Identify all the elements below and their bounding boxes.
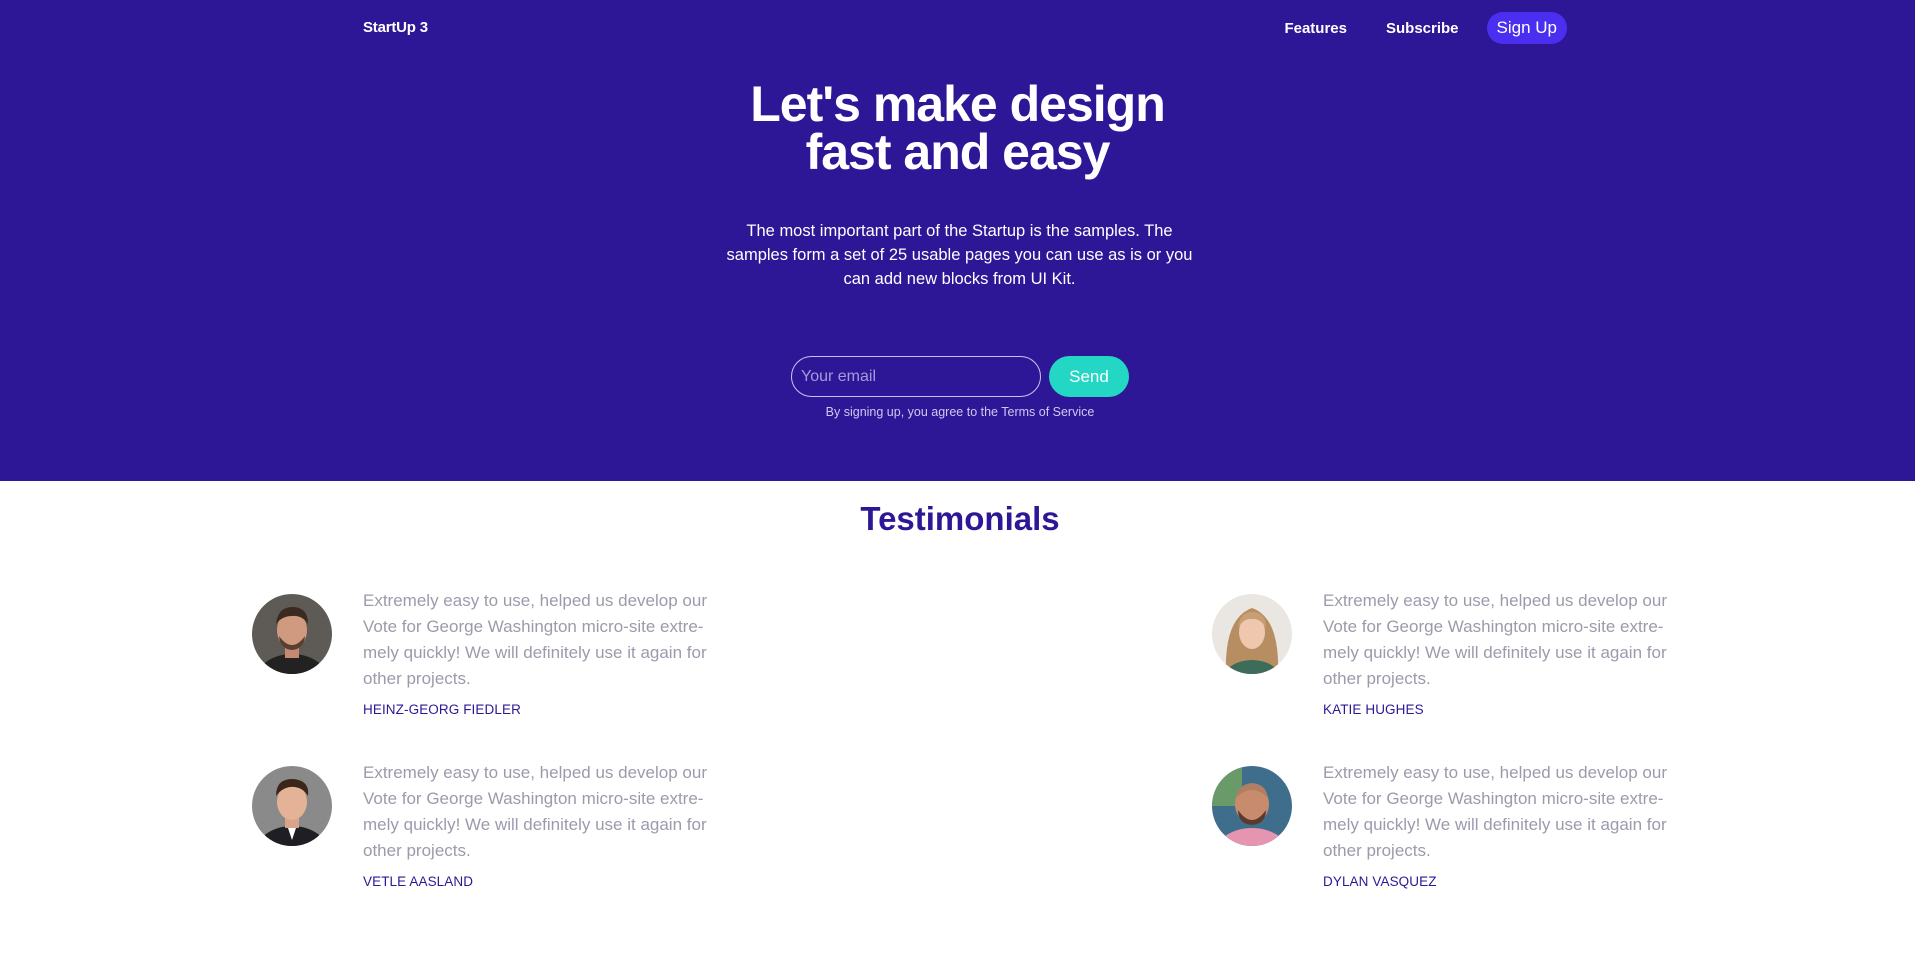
nav-link-features[interactable]: Features: [1284, 20, 1347, 37]
avatar: [252, 766, 332, 846]
top-nav: Features Subscribe Sign Up: [1245, 12, 1567, 44]
avatar: [252, 594, 332, 674]
hero-section: StartUp 3 Features Subscribe Sign Up Let…: [0, 0, 1915, 481]
email-input[interactable]: [791, 356, 1041, 397]
testimonials-title: Testimonials: [860, 500, 1060, 537]
avatar: [1212, 766, 1292, 846]
sign-up-button[interactable]: Sign Up: [1486, 12, 1567, 44]
terms-notice: By signing up, you agree to the Terms of…: [825, 405, 1095, 419]
testimonial-quote: Extremely easy to use, helped us develop…: [363, 591, 707, 688]
hero-title: Let's make design fast and easy: [0, 79, 1915, 177]
testimonial-author: DYLAN VASQUEZ: [1323, 874, 1437, 889]
nav-link-subscribe[interactable]: Subscribe: [1386, 20, 1459, 37]
hero-title-line-2: fast and easy: [805, 124, 1111, 180]
testimonial-quote: Extremely easy to use, helped us develop…: [1323, 591, 1667, 688]
testimonial-author: HEINZ-GEORG FIEDLER: [363, 702, 521, 717]
hero-subtitle: The most important part of the Startup i…: [726, 222, 1193, 288]
avatar: [1212, 594, 1292, 674]
brand-logo[interactable]: StartUp 3: [363, 19, 428, 36]
testimonial-author: KATIE HUGHES: [1323, 702, 1424, 717]
testimonial-author: VETLE AASLAND: [363, 874, 474, 889]
send-button[interactable]: Send: [1049, 356, 1129, 397]
testimonial-quote: Extremely easy to use, helped us develop…: [1323, 763, 1667, 860]
testimonial-quote: Extremely easy to use, helped us develop…: [363, 763, 707, 860]
